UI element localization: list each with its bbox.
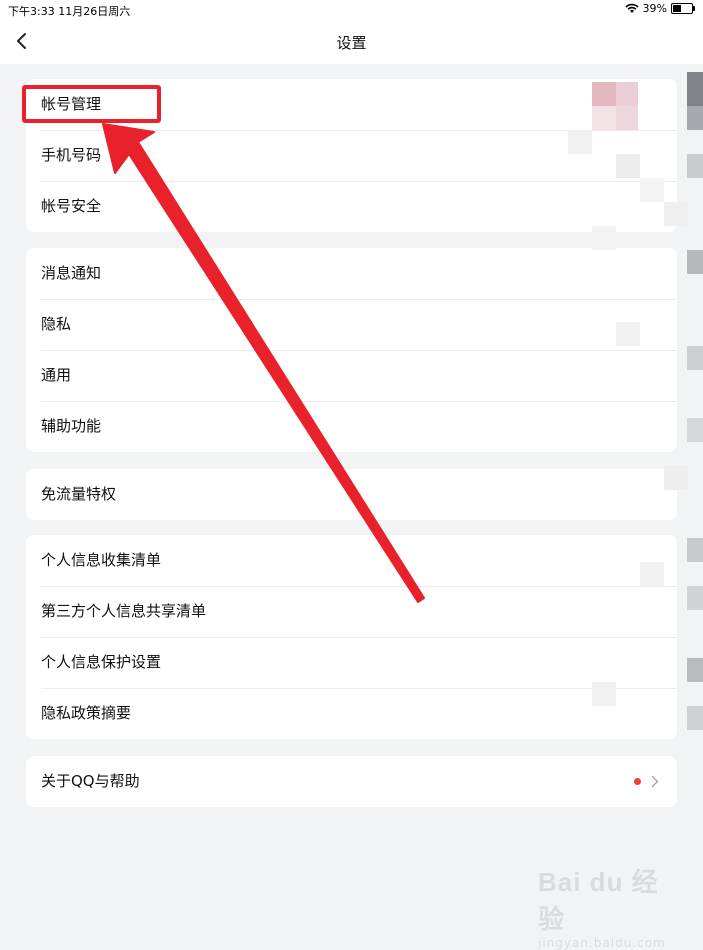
item-label: 帐号安全 — [41, 197, 102, 215]
watermark-url: jingyan.baidu.com — [538, 936, 666, 950]
chevron-right-icon — [651, 775, 659, 788]
item-label: 关于QQ与帮助 — [41, 772, 140, 790]
blurred-mosaic-region — [552, 64, 703, 764]
watermark-brand: Bai du 经验 — [538, 867, 659, 934]
item-label: 通用 — [41, 366, 72, 384]
baidu-jingyan-watermark: Bai du 经验 jingyan.baidu.com — [538, 862, 678, 950]
item-label: 辅助功能 — [41, 417, 102, 435]
wifi-icon — [624, 3, 639, 13]
item-label: 隐私 — [41, 315, 72, 333]
item-label: 个人信息保护设置 — [41, 653, 162, 671]
status-right: 39% — [624, 2, 695, 15]
item-label: 个人信息收集清单 — [41, 551, 162, 569]
highlight-box — [22, 85, 161, 123]
status-time: 下午3:33 11月26日周六 — [8, 5, 131, 18]
page-title: 设置 — [336, 34, 367, 52]
battery-icon — [671, 3, 695, 14]
battery-percent: 39% — [642, 2, 667, 15]
nav-bar: 设置 — [0, 20, 703, 64]
status-bar: 下午3:33 11月26日周六 39% — [0, 0, 703, 20]
item-label: 消息通知 — [41, 264, 102, 282]
item-label: 第三方个人信息共享清单 — [41, 602, 207, 620]
item-label: 手机号码 — [41, 146, 102, 164]
item-label: 免流量特权 — [41, 485, 117, 503]
notification-dot — [634, 778, 641, 785]
item-label: 隐私政策摘要 — [41, 704, 132, 722]
